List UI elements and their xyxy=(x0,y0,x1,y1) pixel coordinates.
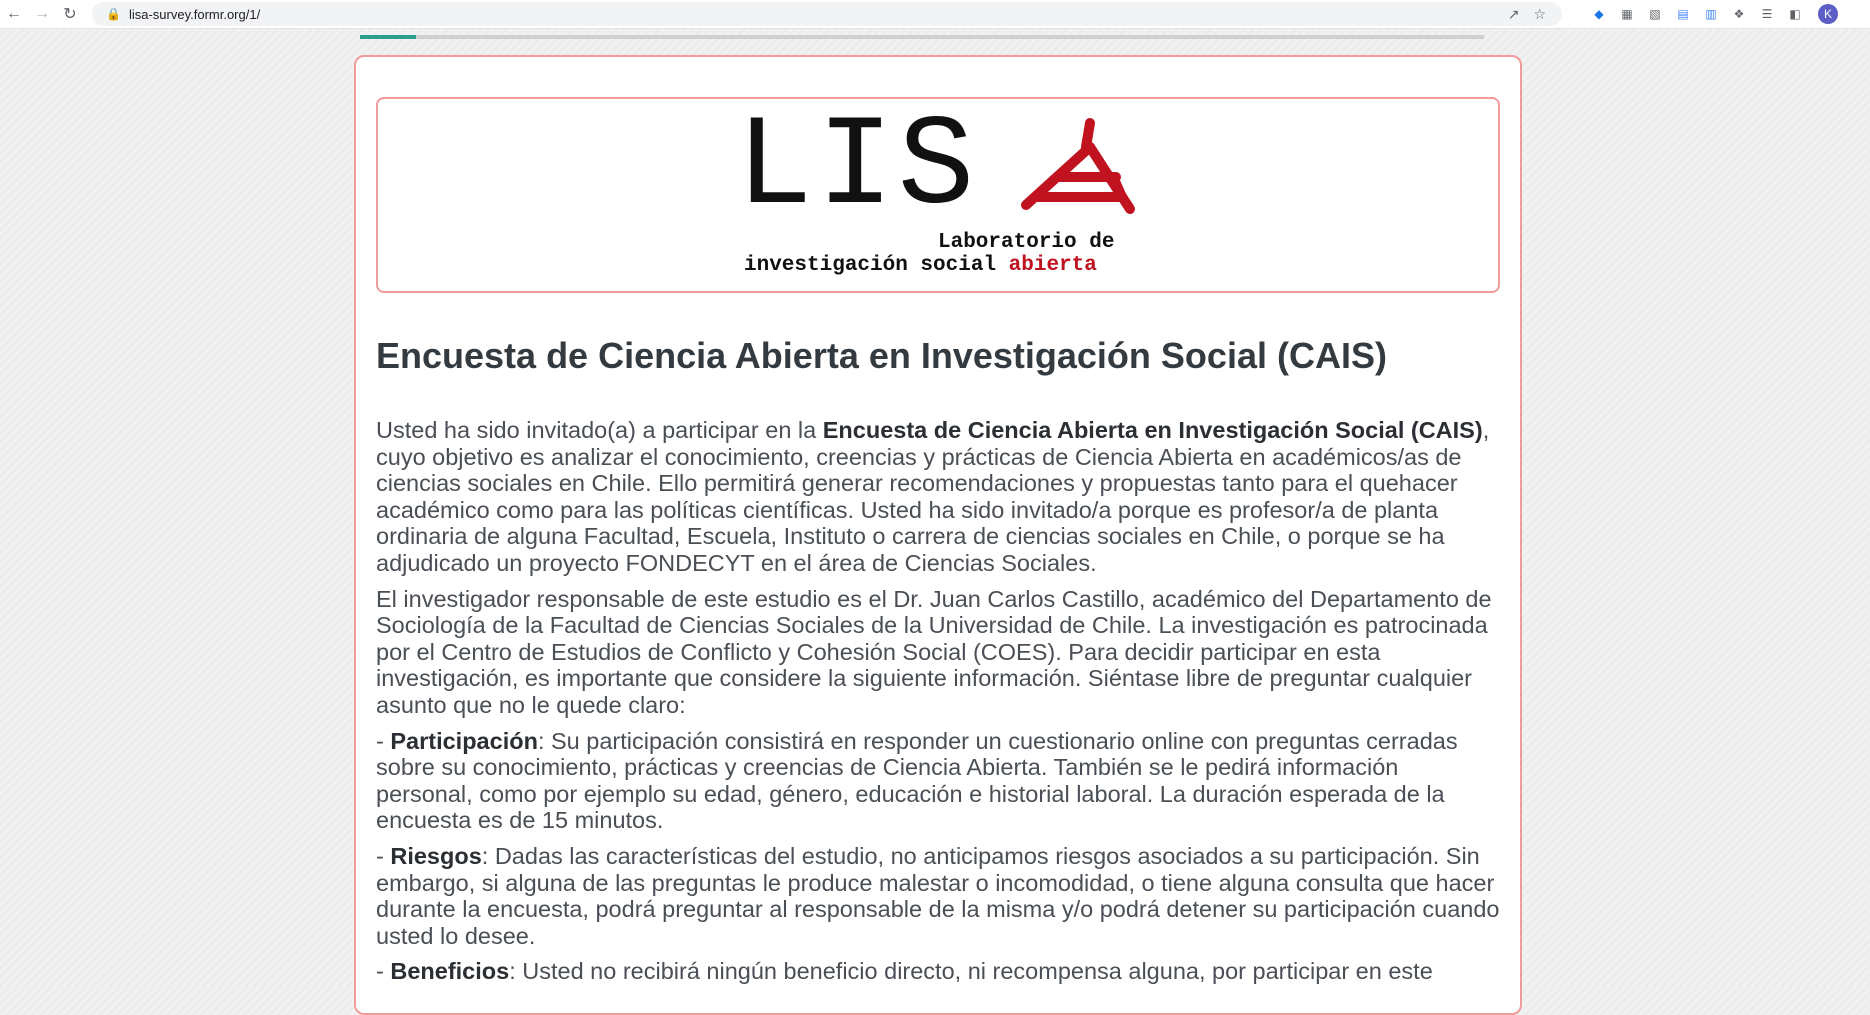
dash: - xyxy=(376,842,391,869)
participation-text: : Su participación consistirá en respond… xyxy=(376,727,1458,834)
benefits-text: : Usted no recibirá ningún beneficio dir… xyxy=(509,958,1433,985)
risks-label: Riesgos xyxy=(390,842,482,869)
intro-bold: Encuesta de Ciencia Abierta en Investiga… xyxy=(822,417,1483,443)
logo-tagline-line1: Laboratorio de xyxy=(938,231,1115,254)
extension-notes-icon[interactable]: ▧ xyxy=(1646,5,1664,23)
lock-icon: 🔒 xyxy=(106,7,121,21)
back-arrow-icon[interactable]: ← xyxy=(0,0,28,28)
intro-lead: Usted ha sido invitado(a) a participar e… xyxy=(376,417,823,443)
consent-text: Usted ha sido invitado(a) a participar e… xyxy=(376,417,1500,994)
forward-arrow-icon[interactable]: → xyxy=(28,0,56,28)
benefits-label: Beneficios xyxy=(390,958,510,985)
logo-red-a-mark xyxy=(1021,118,1135,214)
bookmark-star-icon[interactable]: ☆ xyxy=(1533,6,1546,23)
dash: - xyxy=(376,958,391,985)
side-panel-icon[interactable]: ◧ xyxy=(1786,5,1804,23)
extension-reader-icon[interactable]: ▦ xyxy=(1618,5,1636,23)
benefits-paragraph: - Beneficios: Usted no recibirá ningún b… xyxy=(376,958,1500,985)
lisa-logo: LIS Laboratorio de investigación social … xyxy=(376,97,1500,293)
survey-card: LIS Laboratorio de investigación social … xyxy=(354,55,1522,1015)
survey-progress-bar xyxy=(360,35,1484,39)
survey-progress-fill xyxy=(360,35,417,39)
extension-sheet-icon[interactable]: ▥ xyxy=(1702,5,1720,23)
logo-letters: LIS xyxy=(736,96,979,241)
dash: - xyxy=(376,727,391,754)
reload-icon[interactable]: ↻ xyxy=(56,0,84,28)
intro-paragraph: Usted ha sido invitado(a) a participar e… xyxy=(376,417,1500,577)
participation-paragraph: - Participación: Su participación consis… xyxy=(376,728,1500,834)
extension-zotero-icon[interactable]: ◆ xyxy=(1590,5,1608,23)
share-icon[interactable]: ↗ xyxy=(1508,6,1520,23)
investigator-paragraph: El investigador responsable de este estu… xyxy=(376,585,1492,718)
logo-tagline-red: abierta xyxy=(1008,254,1097,277)
risks-text: : Dadas las características del estudio,… xyxy=(376,842,1500,949)
extensions-puzzle-icon[interactable]: ❖ xyxy=(1730,5,1748,23)
extension-docs-icon[interactable]: ▤ xyxy=(1674,5,1692,23)
address-bar[interactable]: 🔒 lisa-survey.formr.org/1/ ↗ ☆ xyxy=(92,2,1562,26)
risks-paragraph: - Riesgos: Dadas las características del… xyxy=(376,843,1500,949)
logo-tagline-black: investigación social xyxy=(744,254,997,277)
participation-label: Participación xyxy=(390,727,538,754)
url-text: lisa-survey.formr.org/1/ xyxy=(128,6,261,22)
page-title: Encuesta de Ciencia Abierta en Investiga… xyxy=(376,335,1387,376)
browser-toolbar: ← → ↻ 🔒 lisa-survey.formr.org/1/ ↗ ☆ ◆ ▦… xyxy=(0,0,1870,29)
logo-tagline-line2: investigación social abierta xyxy=(744,254,1097,277)
reading-list-icon[interactable]: ☰ xyxy=(1758,5,1776,23)
profile-avatar[interactable]: K xyxy=(1818,4,1838,24)
